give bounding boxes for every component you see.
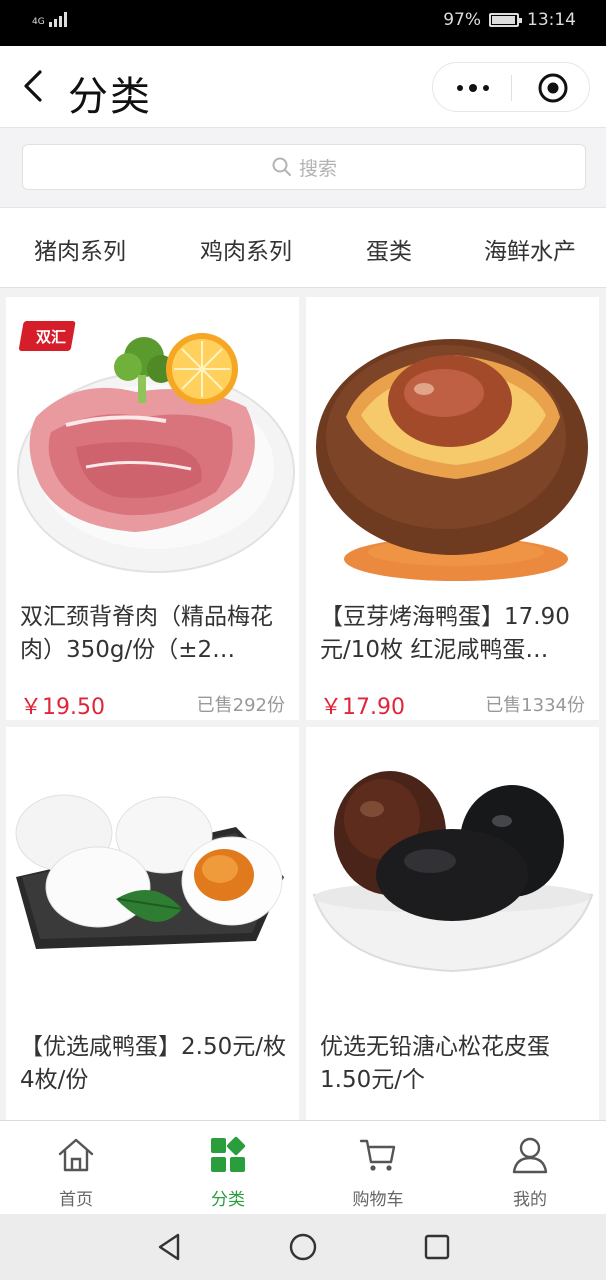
product-name[interactable]: 双汇颈背脊肉（精品梅花肉）350g/份（±2… — [20, 601, 288, 667]
back-arrow-icon — [24, 70, 42, 102]
page-title: 分类 — [68, 74, 152, 120]
android-nav-bar — [0, 1214, 606, 1280]
user-icon — [512, 1137, 548, 1174]
brand-logo: 双汇 — [18, 321, 76, 351]
brand-logo-text: 双汇 — [36, 328, 66, 346]
product-image-salted-duck-eggs — [6, 727, 299, 1017]
signal-icon — [48, 12, 67, 27]
product-image-pork: 双汇 — [6, 297, 299, 587]
recents-square-icon[interactable] — [420, 1230, 454, 1264]
more-dots-icon — [457, 84, 489, 92]
search-bar: 搜索 — [0, 128, 606, 208]
tab-eggs[interactable]: 蛋类 — [366, 232, 412, 266]
search-placeholder: 搜索 — [298, 157, 337, 180]
nav-label: 分类 — [211, 1190, 245, 1210]
nav-label: 首页 — [59, 1190, 93, 1210]
nav-cart[interactable]: 购物车 — [302, 1121, 454, 1215]
product-price: ￥17.90 — [320, 695, 405, 720]
back-button[interactable] — [16, 66, 56, 106]
tab-chicken[interactable]: 鸡肉系列 — [200, 232, 292, 266]
search-icon — [272, 157, 291, 176]
category-grid-icon — [211, 1136, 246, 1172]
title-bar: 分类 — [0, 46, 606, 128]
close-mini-program-button[interactable] — [523, 69, 583, 107]
product-name[interactable]: 【优选咸鸭蛋】2.50元/枚 4枚/份 — [20, 1031, 288, 1097]
back-triangle-icon[interactable] — [152, 1230, 186, 1264]
product-card[interactable]: 【豆芽烤海鸭蛋】17.90元/10枚 红泥咸鸭蛋… ￥17.90 已售1334份 — [306, 297, 599, 720]
nav-home[interactable]: 首页 — [0, 1121, 152, 1215]
product-image-duck-egg — [306, 297, 599, 587]
battery-percent: 97% — [443, 10, 481, 30]
cart-icon — [359, 1139, 396, 1171]
nav-label: 我的 — [513, 1190, 547, 1210]
product-name[interactable]: 优选无铅溏心松花皮蛋1.50元/个 — [320, 1031, 588, 1097]
battery-icon — [489, 13, 522, 27]
status-bar: 4G 97% 13:14 — [0, 0, 606, 46]
more-button[interactable] — [441, 69, 505, 107]
network-type: 4G — [32, 17, 45, 27]
nav-label: 购物车 — [352, 1190, 404, 1210]
product-card[interactable]: 优选无铅溏心松花皮蛋1.50元/个 — [306, 727, 599, 1121]
tab-seafood[interactable]: 海鲜水产 — [484, 232, 576, 266]
product-card[interactable]: 双汇 双汇颈背脊肉（精品梅花肉）350g/份（±2… ￥19.50 已售292份 — [6, 297, 299, 720]
search-input[interactable]: 搜索 — [22, 144, 586, 190]
product-card[interactable]: 【优选咸鸭蛋】2.50元/枚 4枚/份 — [6, 727, 299, 1121]
category-tabs: 猪肉系列 鸡肉系列 蛋类 海鲜水产 — [0, 208, 606, 288]
product-price: ￥19.50 — [20, 695, 105, 720]
product-name[interactable]: 【豆芽烤海鸭蛋】17.90元/10枚 红泥咸鸭蛋… — [320, 601, 588, 667]
clock: 13:14 — [527, 10, 576, 30]
tab-pork[interactable]: 猪肉系列 — [34, 232, 126, 266]
target-circle-icon — [538, 73, 568, 103]
product-grid: 双汇 双汇颈背脊肉（精品梅花肉）350g/份（±2… ￥19.50 已售292份… — [0, 289, 606, 1121]
home-icon — [58, 1138, 94, 1172]
product-sold-count: 已售1334份 — [485, 695, 585, 716]
nav-category[interactable]: 分类 — [152, 1121, 304, 1215]
product-sold-count: 已售292份 — [196, 695, 285, 716]
product-image-century-eggs — [306, 727, 599, 1017]
mini-program-capsule — [432, 62, 590, 112]
home-circle-icon[interactable] — [286, 1230, 320, 1264]
nav-profile[interactable]: 我的 — [454, 1121, 606, 1215]
bottom-nav: 首页 分类 购物车 我的 — [0, 1120, 606, 1214]
signal-indicator: 4G — [32, 12, 67, 27]
